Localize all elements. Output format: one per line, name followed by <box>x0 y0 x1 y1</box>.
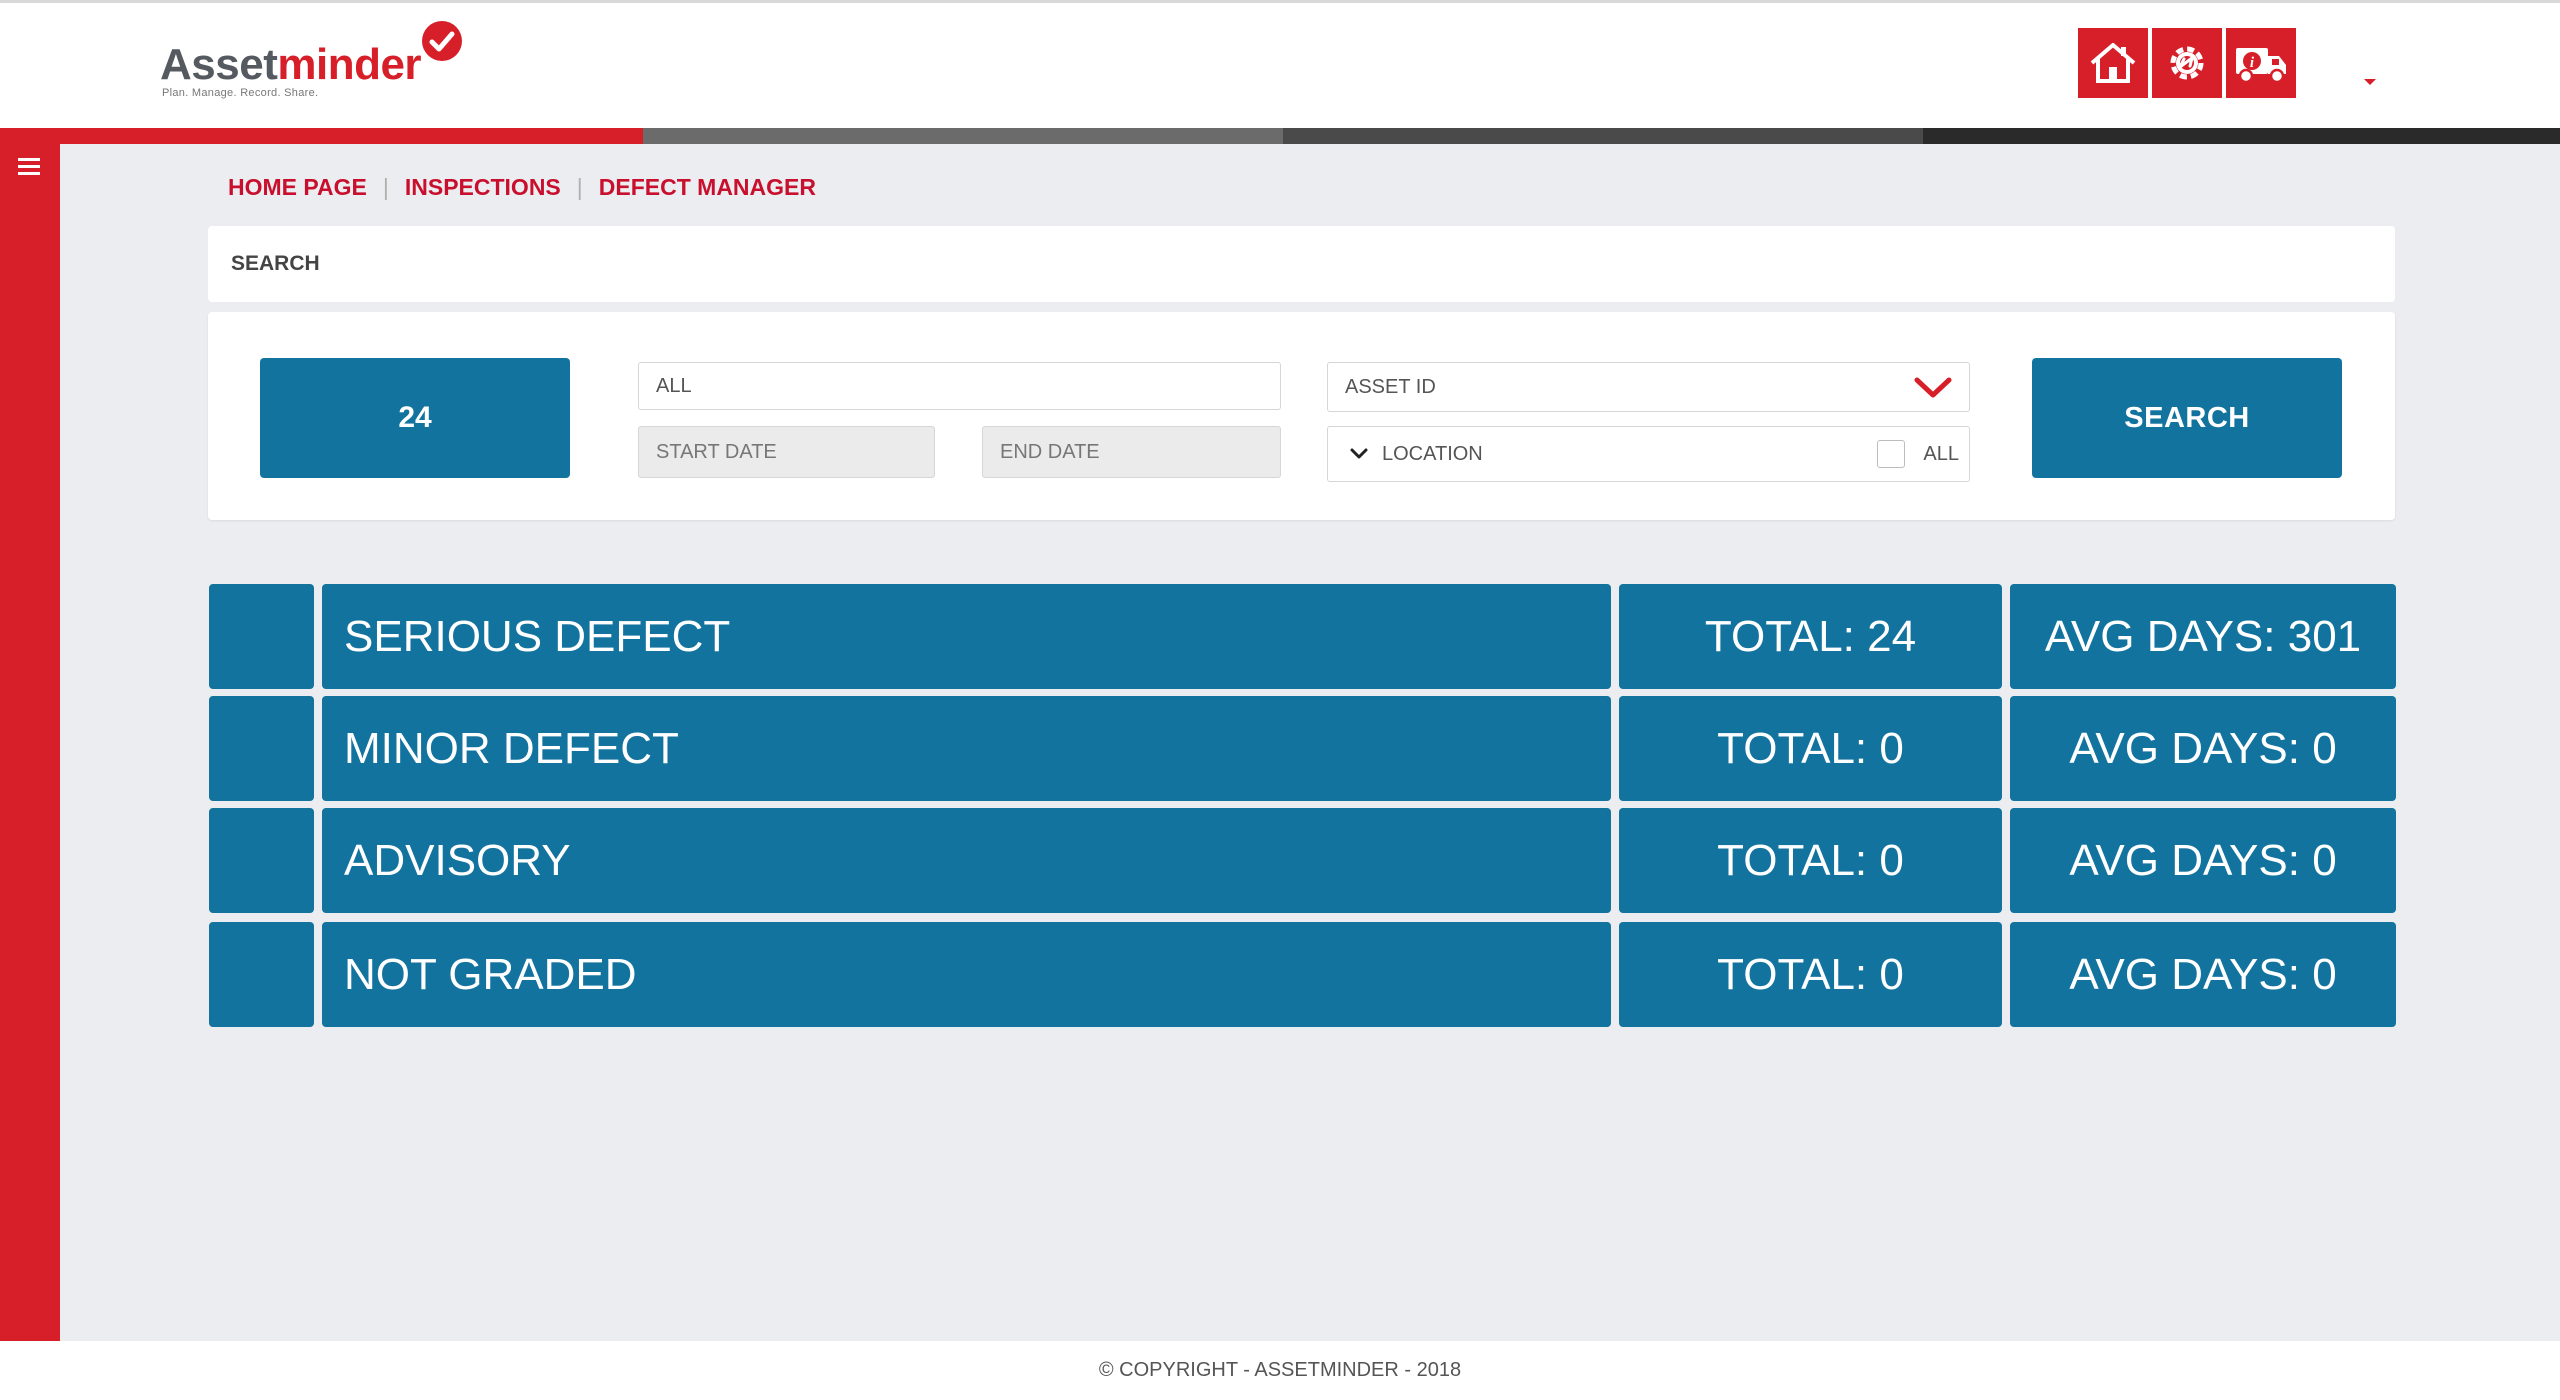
category-avg-days: AVG DAYS: 0 <box>2010 696 2396 801</box>
category-total: TOTAL: 0 <box>1619 808 2002 913</box>
category-avg-days: AVG DAYS: 0 <box>2010 922 2396 1027</box>
header-stripe-dark-grey <box>1283 128 1923 144</box>
chevron-down-icon <box>1914 377 1952 398</box>
category-total: TOTAL: 0 <box>1619 696 2002 801</box>
location-select-label: LOCATION <box>1382 442 1483 465</box>
hamburger-menu-icon[interactable] <box>18 158 40 176</box>
breadcrumb-separator: | <box>576 174 583 200</box>
breadcrumb-defect-manager[interactable]: DEFECT MANAGER <box>599 174 816 201</box>
category-total: TOTAL: 24 <box>1619 584 2002 689</box>
category-indicator <box>209 808 314 913</box>
category-avg-days: AVG DAYS: 0 <box>2010 808 2396 913</box>
category-total: TOTAL: 0 <box>1619 922 2002 1027</box>
breadcrumb: HOME PAGE | INSPECTIONS | DEFECT MANAGER <box>228 174 816 201</box>
home-button[interactable] <box>2078 28 2148 98</box>
header-stripe-charcoal <box>1923 128 2560 144</box>
logo-wordmark: Assetminder <box>160 40 422 89</box>
header-stripe-red <box>0 128 643 144</box>
home-icon <box>2090 43 2136 83</box>
category-row-serious-defect[interactable]: SERIOUS DEFECT TOTAL: 24 AVG DAYS: 301 <box>209 584 2396 689</box>
category-row-advisory[interactable]: ADVISORY TOTAL: 0 AVG DAYS: 0 <box>209 808 2396 913</box>
category-avg-days: AVG DAYS: 301 <box>2010 584 2396 689</box>
logo-tagline: Plan. Manage. Record. Share. <box>162 87 319 99</box>
settings-gear-icon <box>2170 46 2204 80</box>
page-footer: © COPYRIGHT - ASSETMINDER - 2018 <box>0 1341 2560 1400</box>
breadcrumb-inspections[interactable]: INSPECTIONS <box>405 174 561 201</box>
all-locations-checkbox[interactable] <box>1877 440 1906 468</box>
main-content: HOME PAGE | INSPECTIONS | DEFECT MANAGER… <box>60 144 2560 1341</box>
end-date-field[interactable]: END DATE <box>982 426 1281 478</box>
header-stripe-grey <box>643 128 1283 144</box>
category-name[interactable]: SERIOUS DEFECT <box>322 584 1611 689</box>
breadcrumb-separator: | <box>382 174 389 200</box>
category-indicator <box>209 696 314 801</box>
category-name[interactable]: NOT GRADED <box>322 922 1611 1027</box>
checkmark-icon <box>422 21 462 61</box>
settings-button[interactable] <box>2152 28 2222 98</box>
category-name[interactable]: MINOR DEFECT <box>322 696 1611 801</box>
location-select[interactable]: LOCATION ALL <box>1327 426 1970 482</box>
all-locations-label: ALL <box>1923 442 1959 465</box>
search-panel: 24 ALL START DATE END DATE ASSET ID LOCA… <box>208 312 2395 520</box>
search-section-header: SEARCH <box>208 226 2395 302</box>
category-indicator <box>209 584 314 689</box>
vehicle-info-button[interactable]: i <box>2226 28 2296 98</box>
sidebar <box>0 144 60 1341</box>
category-row-not-graded[interactable]: NOT GRADED TOTAL: 0 AVG DAYS: 0 <box>209 922 2396 1027</box>
breadcrumb-home-page[interactable]: HOME PAGE <box>228 174 367 201</box>
category-row-minor-defect[interactable]: MINOR DEFECT TOTAL: 0 AVG DAYS: 0 <box>209 696 2396 801</box>
category-indicator <box>209 922 314 1027</box>
all-locations-option: ALL <box>1877 440 1959 468</box>
assetminder-logo[interactable]: Assetminder Plan. Manage. Record. Share. <box>160 21 480 101</box>
start-date-field[interactable]: START DATE <box>638 426 935 478</box>
vehicle-info-icon: i <box>2236 48 2286 84</box>
copyright-text: © COPYRIGHT - ASSETMINDER - 2018 <box>1098 1359 1462 1381</box>
asset-id-select-label: ASSET ID <box>1345 375 1436 398</box>
result-count-box: 24 <box>260 358 570 478</box>
user-dropdown-caret-icon[interactable] <box>2364 79 2376 85</box>
search-section-title: SEARCH <box>231 252 320 275</box>
filter-select[interactable]: ALL <box>638 362 1281 410</box>
category-name[interactable]: ADVISORY <box>322 808 1611 913</box>
app-header: Assetminder Plan. Manage. Record. Share. <box>0 3 2560 128</box>
chevron-down-icon <box>1350 448 1368 459</box>
asset-id-select[interactable]: ASSET ID <box>1327 362 1970 412</box>
search-button[interactable]: SEARCH <box>2032 358 2342 478</box>
